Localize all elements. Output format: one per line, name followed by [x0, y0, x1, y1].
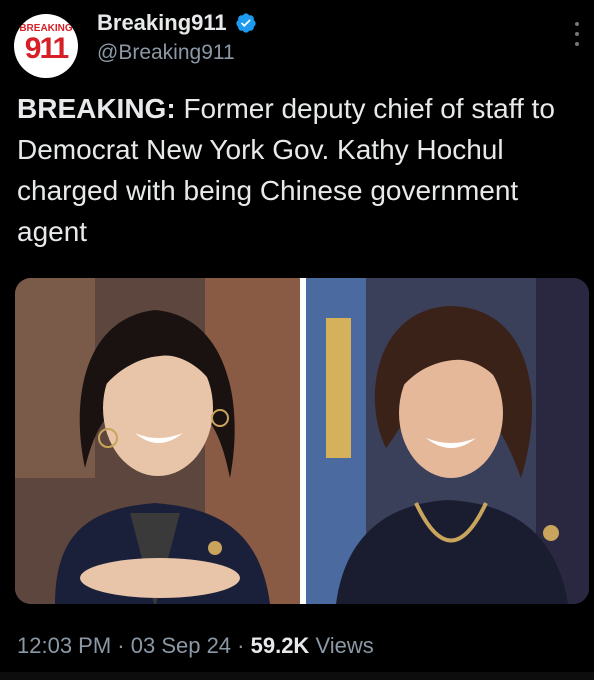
tweet-header: BREAKING 911 Breaking911 @Breaking911	[0, 0, 594, 86]
photo-left[interactable]	[15, 278, 300, 604]
tweet-lead: BREAKING:	[17, 93, 176, 124]
meta-separator: ·	[111, 633, 131, 658]
photo-right-illustration	[306, 278, 589, 604]
photo-right[interactable]	[306, 278, 589, 604]
views-label: Views	[309, 633, 374, 658]
tweet-time[interactable]: 12:03 PM	[17, 633, 111, 658]
account-handle[interactable]: @Breaking911	[97, 41, 235, 65]
more-vertical-icon[interactable]	[574, 22, 580, 46]
tweet-date[interactable]: 03 Sep 24	[131, 633, 231, 658]
tweet-media[interactable]	[15, 278, 589, 604]
avatar[interactable]: BREAKING 911	[14, 14, 78, 78]
display-name[interactable]: Breaking911	[97, 10, 227, 36]
meta-separator: ·	[231, 633, 251, 658]
verified-badge-icon	[236, 13, 256, 33]
name-row: Breaking911	[97, 10, 257, 36]
avatar-number: 911	[24, 32, 69, 65]
views-count: 59.2K	[250, 633, 310, 658]
tweet-text: BREAKING: Former deputy chief of staff t…	[17, 88, 587, 252]
tweet-meta: 12:03 PM · 03 Sep 24 · 59.2K Views	[17, 633, 374, 659]
bottom-divider	[0, 672, 594, 680]
photo-left-illustration	[15, 278, 300, 604]
